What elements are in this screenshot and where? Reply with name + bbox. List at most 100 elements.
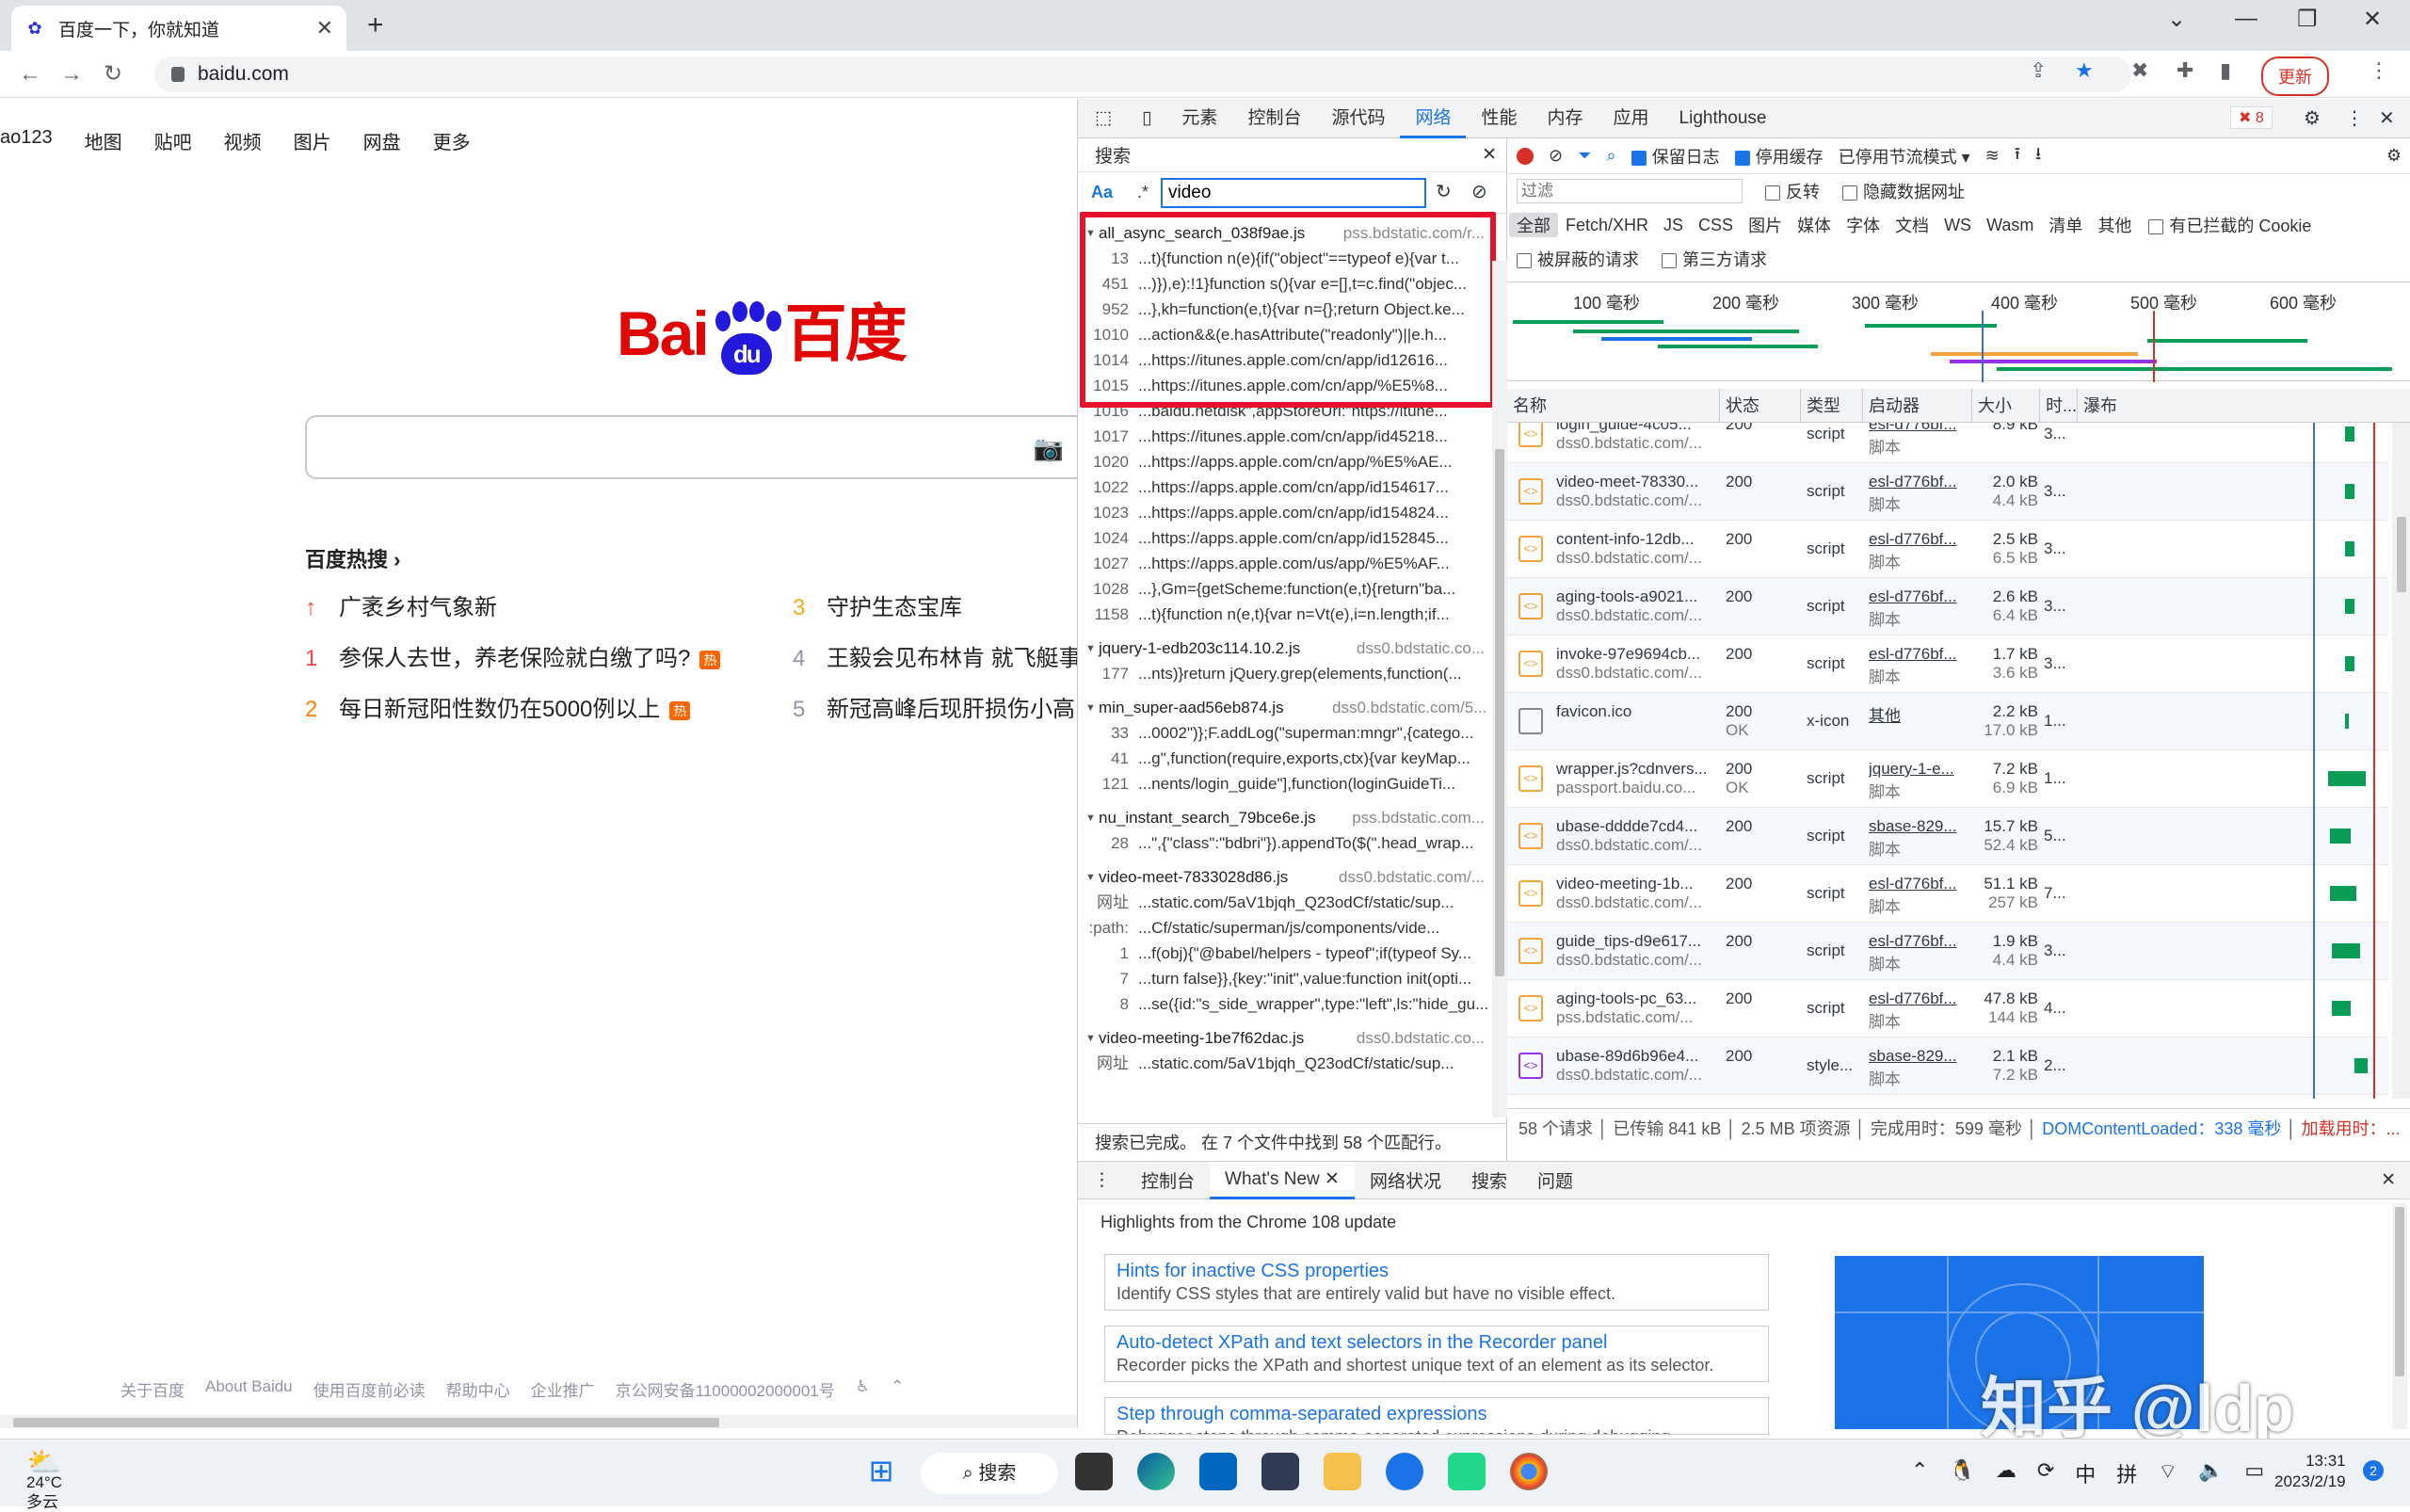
hide-data-urls-checkbox[interactable]: 隐藏数据网址 [1842, 179, 1965, 203]
export-icon[interactable]: ⭳ [2035, 142, 2041, 170]
windows-start-icon[interactable]: ⊞ [862, 1453, 900, 1490]
col-waterfall[interactable]: 瀑布 [2078, 389, 2410, 423]
search-result-line[interactable]: 28 ...",{"class":"bdbri"}).appendTo($(".h… [1078, 830, 1492, 856]
search-result-file[interactable]: ▼ nu_instant_search_79bce6e.js pss.bdstati… [1078, 806, 1492, 830]
type-other[interactable]: 其他 [2090, 213, 2139, 237]
drawer-menu-icon[interactable]: ⋮ [1078, 1169, 1126, 1191]
chrome-icon[interactable] [1510, 1453, 1548, 1490]
search-result-line[interactable]: 177 ...nts)}return jQuery.grep(elements,f… [1078, 661, 1492, 686]
footer-link[interactable]: 企业推广 [531, 1377, 595, 1401]
side-panel-icon[interactable]: ▮ [2220, 58, 2231, 83]
search-result-line[interactable]: 7 ...turn false}},{key:"init",value:funct… [1078, 966, 1492, 991]
request-row[interactable]: <> aging-tools-pc_63... pss.bdstatic.com/.… [1507, 980, 2388, 1037]
search-result-line[interactable]: :path: ...Cf/static/superman/js/component… [1078, 915, 1492, 941]
search-result-line[interactable]: 1027 ...https://apps.apple.com/us/app/%E5… [1078, 551, 1492, 576]
tab-console[interactable]: 控制台 [1232, 99, 1316, 138]
tray-qq-icon[interactable]: 🐧 [1949, 1458, 1974, 1488]
search-result-line[interactable]: 1028 ...},Gm={getScheme:function(e,t){ret… [1078, 576, 1492, 602]
network-overview-timeline[interactable]: 100 毫秒 200 毫秒 300 毫秒 400 毫秒 500 毫秒 600 毫… [1507, 281, 2410, 382]
type-css[interactable]: CSS [1691, 216, 1741, 235]
search-result-line[interactable]: 网址 ...static.com/5aV1bjqh_Q23odCf/static/… [1078, 1051, 1492, 1076]
type-fetch[interactable]: Fetch/XHR [1558, 216, 1656, 235]
settings-gear-icon[interactable]: ⚙ [2304, 106, 2321, 130]
drawer-tab-console[interactable]: 控制台 [1126, 1167, 1210, 1193]
hot-item[interactable]: 3 守护生态宝库 [793, 588, 962, 621]
type-manifest[interactable]: 清单 [2041, 213, 2090, 237]
hot-item[interactable]: 1 参保人去世，养老保险就白缴了吗? 热 [305, 639, 721, 672]
blocked-requests-checkbox[interactable]: 被屏蔽的请求 [1517, 247, 1639, 271]
tab-lighthouse[interactable]: Lighthouse [1664, 99, 1782, 138]
search-result-file[interactable]: ▼ video-meet-7833028d86.js dss0.bdstatic.c… [1078, 865, 1492, 890]
update-button[interactable]: 更新 [2261, 56, 2329, 96]
reload-icon[interactable]: ↻ [92, 60, 134, 88]
edge-icon[interactable] [1137, 1453, 1175, 1490]
search-result-line[interactable]: 1158 ...t){function n(e,t){var n=Vt(e),i=… [1078, 602, 1492, 627]
nav-image[interactable]: 图片 [294, 127, 331, 154]
search-result-line[interactable]: 41 ...g",function(require,exports,ctx){va… [1078, 746, 1492, 771]
match-case-button[interactable]: Aa [1091, 183, 1113, 202]
tab-sources[interactable]: 源代码 [1316, 99, 1400, 138]
nav-more[interactable]: 更多 [433, 127, 471, 154]
taskbar-clock[interactable]: 13:31 2023/2/19 [2274, 1451, 2346, 1492]
invert-checkbox[interactable]: 反转 [1765, 179, 1820, 203]
type-img[interactable]: 图片 [1741, 213, 1790, 237]
search-result-line[interactable]: 1023 ...https://apps.apple.com/cn/app/id1… [1078, 500, 1492, 525]
hot-item[interactable]: ↑ 广袤乡村气象新 [305, 588, 497, 621]
tab-baidu[interactable]: ✿ 百度一下，你就知道 ✕ [11, 6, 346, 51]
search-result-line[interactable]: 1022 ...https://apps.apple.com/cn/app/id1… [1078, 475, 1492, 500]
app-cube-icon[interactable] [1261, 1453, 1299, 1490]
col-type[interactable]: 类型 [1801, 389, 1863, 423]
notification-badge[interactable]: 2 [2363, 1460, 2384, 1481]
network-conditions-icon[interactable]: ≋ [1985, 146, 2000, 166]
footer-link[interactable]: 帮助中心 [446, 1377, 510, 1401]
baidu-search-input[interactable]: 📷 [305, 415, 1077, 479]
request-row[interactable]: <> login_guide-4c05... dss0.bdstatic.com/.… [1507, 423, 2388, 463]
disable-cache-checkbox[interactable]: 停用缓存 [1734, 144, 1824, 169]
filter-icon[interactable]: ⏷ [1578, 146, 1591, 166]
col-size[interactable]: 大小 [1972, 389, 2040, 423]
close-drawer-icon[interactable]: ✕ [2366, 1169, 2410, 1191]
col-initiator[interactable]: 启动器 [1863, 389, 1972, 423]
col-name[interactable]: 名称 [1507, 389, 1720, 423]
close-window-icon[interactable]: ✕ [2363, 6, 2382, 33]
request-row[interactable]: favicon.ico 200 OK x-icon 其他 2.2 kB 17.0 kB 1..… [1507, 693, 2388, 750]
horizontal-scrollbar[interactable] [0, 1415, 1077, 1428]
clear-icon[interactable]: ⊘ [1471, 180, 1487, 203]
chrome-menu-icon[interactable]: ⋮ [2369, 58, 2389, 83]
pycharm-icon[interactable] [1448, 1453, 1486, 1490]
drawer-tab-search[interactable]: 搜索 [1456, 1167, 1522, 1193]
close-devtools-icon[interactable]: ✕ [2379, 106, 2395, 130]
extensions-puzzle-icon[interactable]: ✚ [2177, 58, 2193, 83]
type-all[interactable]: 全部 [1509, 213, 1558, 237]
request-row[interactable]: <> guide_tips-d9e617... dss0.bdstatic.com/… [1507, 923, 2388, 980]
drawer-tab-network-conditions[interactable]: 网络状况 [1355, 1167, 1456, 1193]
search-scrollbar[interactable] [1492, 261, 1507, 1118]
ime-mode[interactable]: 中 [2075, 1458, 2096, 1488]
device-toggle-icon[interactable]: ▯ [1127, 99, 1166, 138]
search-result-line[interactable]: 8 ...se({id:"s_side_wrapper",type:"left",… [1078, 991, 1492, 1017]
nav-hao123[interactable]: ao123 [0, 127, 53, 154]
type-font[interactable]: 字体 [1839, 213, 1888, 237]
bookmark-star-icon[interactable]: ★ [2075, 58, 2094, 83]
drawer-tab-issues[interactable]: 问题 [1522, 1167, 1588, 1193]
weather-widget[interactable]: ⛅ 24°C 多云 [26, 1449, 67, 1512]
request-row[interactable]: <> ubase-89d6b96e4... dss0.bdstatic.com/..… [1507, 1037, 2388, 1095]
taskbar-search[interactable]: ⌕ 搜索 [921, 1453, 1058, 1494]
address-bar[interactable]: baidu.com [154, 56, 2131, 92]
search-icon[interactable]: ⌕ [1607, 146, 1616, 166]
throttle-select[interactable]: 已停用节流模式 ▾ [1839, 144, 1970, 169]
close-search-icon[interactable]: ✕ [1482, 144, 1497, 166]
whats-new-card[interactable]: Auto-detect XPath and text selectors in … [1104, 1326, 1769, 1382]
search-result-line[interactable]: 网址 ...static.com/5aV1bjqh_Q23odCf/static/… [1078, 890, 1492, 915]
search-result-line[interactable]: 1024 ...https://apps.apple.com/cn/app/id1… [1078, 525, 1492, 551]
nav-video[interactable]: 视频 [224, 127, 262, 154]
network-settings-icon[interactable]: ⚙ [2386, 146, 2410, 166]
tray-sync-icon[interactable]: ⟳ [2037, 1458, 2054, 1488]
hot-search-title[interactable]: 百度热搜 › [305, 543, 400, 573]
regex-button[interactable]: .* [1137, 183, 1149, 202]
search-result-line[interactable]: 121 ...nents/login_guide"],function(login… [1078, 771, 1492, 796]
tab-application[interactable]: 应用 [1599, 99, 1664, 138]
app-k-icon[interactable] [1386, 1453, 1423, 1490]
search-query-input[interactable] [1161, 178, 1426, 208]
whats-new-card[interactable]: Hints for inactive CSS properties Identif… [1104, 1254, 1769, 1311]
